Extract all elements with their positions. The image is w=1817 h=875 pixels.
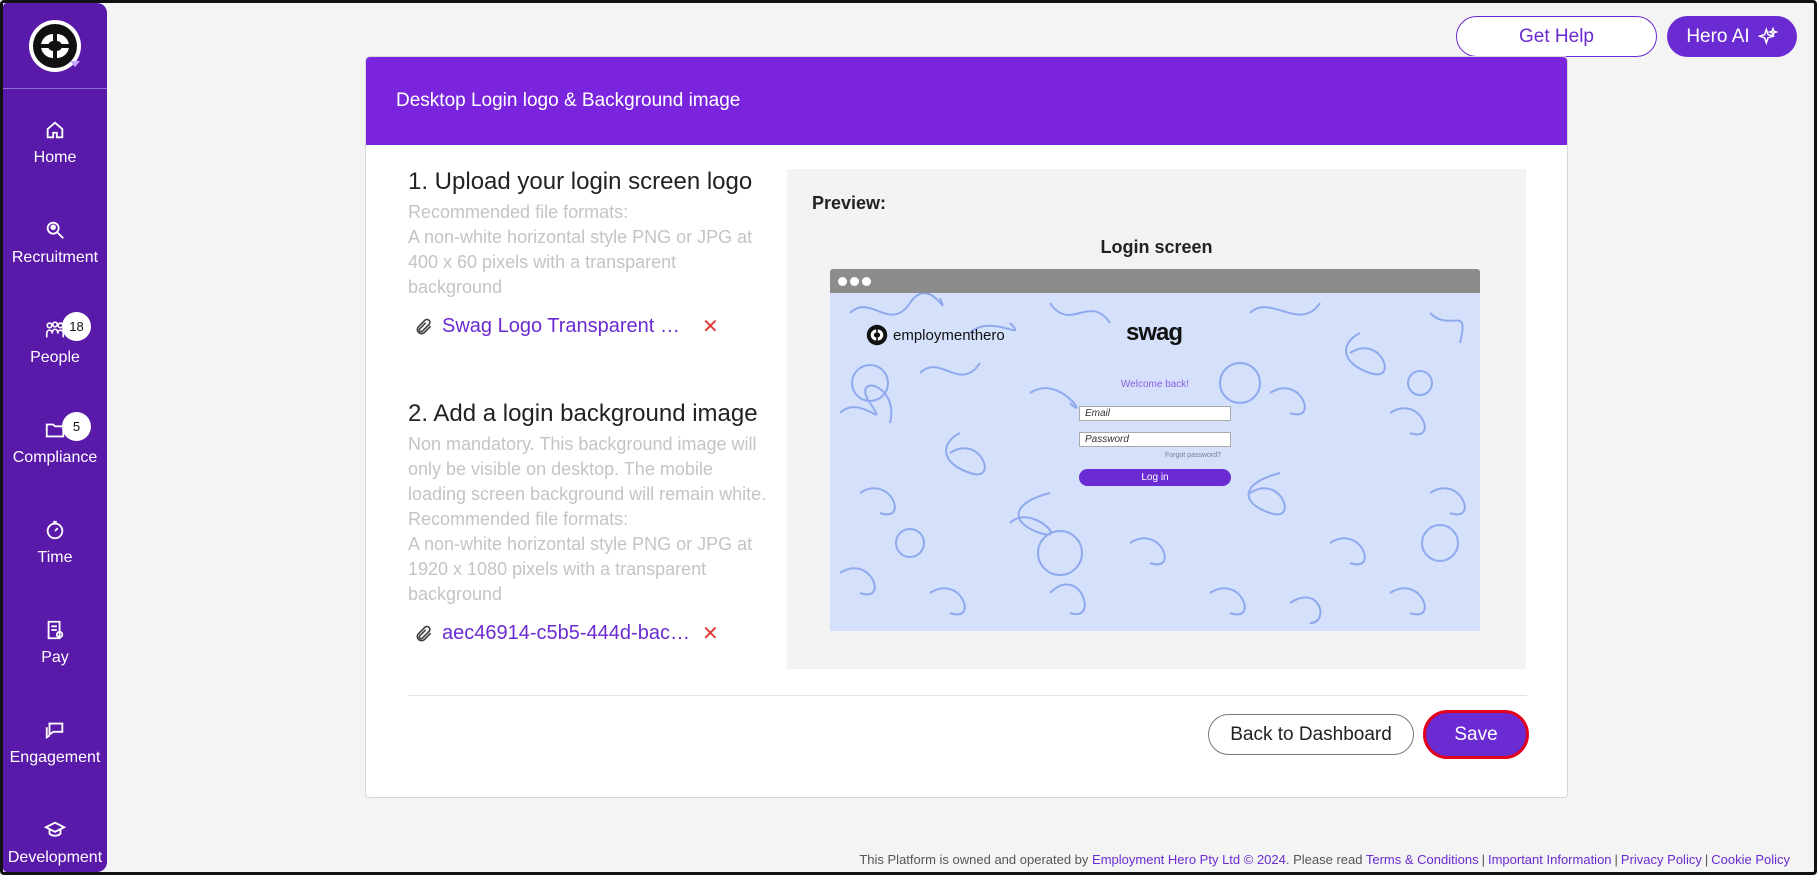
logo-file-row: Swag Logo Transparent Background.png ✕: [408, 314, 773, 339]
login-preview-browser: employmenthero swag Welcome back! Email …: [830, 269, 1480, 631]
payslip-icon: [47, 620, 64, 640]
upload-logo-section: 1. Upload your login screen logo Recomme…: [408, 168, 773, 339]
preview-password-field: Password: [1079, 432, 1231, 447]
login-branding-card: Desktop Login logo & Background image 1.…: [365, 56, 1568, 798]
sidebar-item-recruitment[interactable]: Recruitment: [3, 193, 107, 293]
paperclip-icon: [416, 318, 432, 334]
window-dot-icon: [838, 276, 847, 286]
browser-titlebar: [830, 269, 1480, 293]
sidebar: Home Recruitment People 18 Compliance 5 …: [3, 3, 107, 872]
card-divider: [408, 695, 1527, 696]
home-icon: [46, 121, 64, 139]
footer-text: This Platform is owned and operated by: [859, 852, 1093, 867]
footer-separator: |: [1614, 852, 1618, 867]
sidebar-nav: Home Recruitment People 18 Compliance 5 …: [3, 93, 107, 872]
recommended-formats-label: Recommended file formats:: [408, 509, 629, 529]
chat-icon: [45, 722, 64, 740]
sidebar-item-label: Time: [37, 549, 73, 566]
sidebar-item-engagement[interactable]: Engagement: [3, 693, 107, 793]
important-information-link[interactable]: Important Information: [1488, 852, 1612, 867]
cookie-policy-link[interactable]: Cookie Policy: [1711, 852, 1790, 867]
sidebar-item-label: Development: [7, 849, 103, 866]
background-note: Non mandatory. This background image wil…: [408, 434, 767, 504]
card-title: Desktop Login logo & Background image: [366, 57, 1567, 145]
sidebar-item-time[interactable]: Time: [3, 493, 107, 593]
stopwatch-icon: [46, 520, 64, 540]
sidebar-item-compliance[interactable]: Compliance 5: [3, 393, 107, 493]
sidebar-item-people[interactable]: People 18: [3, 293, 107, 393]
company-link[interactable]: Employment Hero Pty Ltd © 2024: [1092, 852, 1286, 867]
logo-file-link[interactable]: Swag Logo Transparent Background.png: [442, 315, 690, 338]
upload-background-title: 2. Add a login background image: [408, 400, 758, 427]
org-logo[interactable]: [3, 3, 107, 89]
employment-hero-logo-icon: [866, 324, 888, 346]
background-file-row: aec46914-c5b5-444d-background.png ✕: [408, 621, 773, 646]
graduation-cap-icon: [44, 821, 66, 837]
footer-separator: |: [1481, 852, 1485, 867]
sidebar-item-home[interactable]: Home: [3, 93, 107, 193]
recruitment-icon: [46, 221, 64, 239]
employment-hero-logo: employmenthero: [866, 324, 1005, 346]
preview-subtitle: Login screen: [1100, 237, 1213, 257]
remove-logo-file-icon[interactable]: ✕: [702, 314, 719, 339]
upload-logo-title: 1. Upload your login screen logo: [408, 168, 753, 195]
sidebar-item-label: Engagement: [9, 749, 101, 766]
preview-label: Preview:: [812, 193, 887, 213]
sidebar-item-label: People: [30, 349, 80, 366]
window-dot-icon: [862, 276, 871, 286]
back-to-dashboard-button[interactable]: Back to Dashboard: [1208, 714, 1414, 755]
background-format-help: A non-white horizontal style PNG or JPG …: [408, 534, 753, 604]
sidebar-item-label: Recruitment: [11, 249, 99, 266]
terms-link[interactable]: Terms & Conditions: [1366, 852, 1479, 867]
sidebar-item-development[interactable]: Development: [3, 793, 107, 872]
get-help-button[interactable]: Get Help: [1456, 16, 1657, 57]
footer-text: . Please read: [1285, 852, 1366, 867]
login-preview-background: employmenthero swag Welcome back! Email …: [830, 293, 1480, 631]
sidebar-item-label: Compliance: [12, 449, 98, 466]
notification-badge: 5: [62, 412, 91, 441]
preview-email-field: Email: [1079, 406, 1231, 421]
remove-background-file-icon[interactable]: ✕: [702, 621, 719, 646]
notification-badge: 18: [62, 312, 91, 341]
preview-welcome-text: Welcome back!: [1120, 379, 1190, 390]
sparkle-icon: [1757, 26, 1778, 45]
window-dot-icon: [850, 276, 859, 286]
preview-login-button: Log in: [1079, 469, 1231, 486]
hero-ai-button[interactable]: Hero AI: [1667, 16, 1797, 57]
footer: This Platform is owned and operated by E…: [859, 852, 1790, 867]
hero-ai-label: Hero AI: [1686, 25, 1750, 47]
logo-format-help: A non-white horizontal style PNG or JPG …: [408, 227, 753, 297]
background-file-link[interactable]: aec46914-c5b5-444d-background.png: [442, 622, 690, 645]
preview-forgot-password-link: Forgot password?: [1165, 452, 1222, 459]
employment-hero-logo-text: employmenthero: [893, 326, 1005, 344]
sidebar-item-label: Home: [33, 149, 77, 166]
swag-logo: swag: [1126, 319, 1183, 346]
privacy-policy-link[interactable]: Privacy Policy: [1621, 852, 1702, 867]
save-button[interactable]: Save: [1423, 710, 1529, 759]
sidebar-item-label: Pay: [41, 649, 69, 666]
footer-separator: |: [1704, 852, 1709, 867]
sidebar-item-pay[interactable]: Pay: [3, 593, 107, 693]
preview-panel: Preview: Login screen employmenthero swa…: [787, 169, 1526, 669]
recommended-formats-label: Recommended file formats:: [408, 202, 629, 222]
chevron-down-icon[interactable]: [70, 61, 80, 67]
paperclip-icon: [416, 625, 432, 641]
upload-background-section: 2. Add a login background image Non mand…: [408, 400, 773, 646]
